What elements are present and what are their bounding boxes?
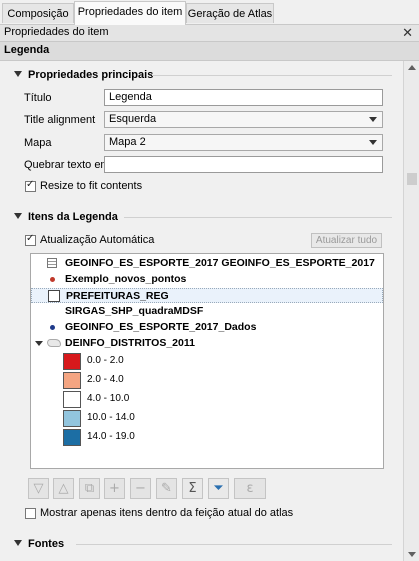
color-swatch bbox=[63, 391, 81, 408]
tree-item-label: SIRGAS_SHP_quadraMDSF bbox=[65, 305, 204, 317]
class-label: 0.0 - 2.0 bbox=[87, 355, 124, 366]
class-label: 10.0 - 14.0 bbox=[87, 412, 135, 423]
title-input[interactable]: Legenda bbox=[104, 89, 383, 106]
map-select[interactable]: Mapa 2 bbox=[104, 134, 383, 151]
tab-propriedades-do-item[interactable]: Propriedades do item bbox=[74, 1, 186, 25]
tab-label: Geração de Atlas bbox=[187, 8, 273, 20]
fonts-header[interactable]: Fontes bbox=[14, 538, 64, 550]
class-label: 4.0 - 10.0 bbox=[87, 393, 130, 404]
tree-item-label: GEOINFO_ES_ESPORTE_2017 GEOINFO_ES_ESPOR… bbox=[65, 257, 375, 269]
auto-update-label: Atualização Automática bbox=[40, 234, 155, 246]
add-item-icon[interactable]: + bbox=[104, 478, 125, 499]
auto-update-checkbox[interactable] bbox=[25, 233, 36, 246]
divider bbox=[152, 75, 392, 76]
color-swatch bbox=[63, 429, 81, 446]
move-down-icon[interactable]: ▽ bbox=[28, 478, 49, 499]
divider bbox=[76, 544, 392, 545]
polygon-icon bbox=[48, 290, 60, 302]
close-icon[interactable]: ✕ bbox=[402, 25, 413, 41]
tree-item-group[interactable]: DEINFO_DISTRITOS_2011 bbox=[31, 336, 383, 351]
point-icon bbox=[50, 277, 55, 282]
wrap-text-label: Quebrar texto em bbox=[24, 159, 110, 171]
tree-item-selected[interactable]: PREFEITURAS_REG bbox=[31, 288, 383, 303]
main-properties-header[interactable]: Propriedades principais bbox=[14, 69, 153, 81]
color-swatch bbox=[63, 372, 81, 389]
scroll-up-icon[interactable] bbox=[408, 65, 416, 70]
collapse-icon bbox=[14, 71, 22, 77]
only-inside-checkbox[interactable] bbox=[25, 508, 36, 519]
legend-tree[interactable]: GEOINFO_ES_ESPORTE_2017 GEOINFO_ES_ESPOR… bbox=[30, 253, 384, 469]
chevron-down-icon bbox=[369, 117, 377, 122]
filter-icon[interactable]: ⏷ bbox=[208, 478, 229, 499]
point-icon bbox=[50, 325, 55, 330]
update-all-button[interactable]: Atualizar tudo bbox=[311, 233, 382, 248]
expand-icon[interactable] bbox=[35, 341, 43, 346]
select-value: Esquerda bbox=[109, 113, 157, 125]
group-title: Fontes bbox=[28, 538, 65, 550]
tab-bar: Composição Propriedades do item Geração … bbox=[0, 0, 419, 25]
add-group-icon[interactable]: ⧉ bbox=[79, 478, 100, 499]
resize-label: Resize to fit contents bbox=[40, 180, 143, 192]
tree-item[interactable]: Exemplo_novos_pontos bbox=[31, 272, 383, 287]
group-title: Propriedades principais bbox=[28, 69, 154, 81]
scrollbar-thumb[interactable] bbox=[407, 173, 417, 185]
collapse-icon bbox=[14, 540, 22, 546]
tree-item-label: Exemplo_novos_pontos bbox=[65, 273, 187, 285]
tab-label: Propriedades do item bbox=[77, 6, 183, 18]
tab-geracao-de-atlas[interactable]: Geração de Atlas bbox=[186, 3, 274, 23]
count-icon[interactable]: Σ bbox=[182, 478, 203, 499]
scroll-down-icon[interactable] bbox=[408, 552, 416, 557]
vertical-scrollbar[interactable] bbox=[403, 61, 419, 561]
move-up-icon[interactable]: △ bbox=[53, 478, 74, 499]
panel-header: Propriedades do item ✕ bbox=[0, 25, 419, 42]
tree-item[interactable]: SIRGAS_SHP_quadraMDSF bbox=[31, 304, 383, 319]
panel-title: Propriedades do item bbox=[4, 26, 109, 38]
tree-item[interactable]: GEOINFO_ES_ESPORTE_2017 GEOINFO_ES_ESPOR… bbox=[31, 256, 383, 271]
map-label: Mapa bbox=[24, 137, 52, 149]
title-label: Título bbox=[24, 92, 52, 104]
class-label: 2.0 - 4.0 bbox=[87, 374, 124, 385]
color-swatch bbox=[63, 410, 81, 427]
only-inside-label: Mostrar apenas itens dentro da feição at… bbox=[40, 507, 294, 519]
edit-item-icon[interactable]: ✎ bbox=[156, 478, 177, 499]
resize-checkbox[interactable] bbox=[25, 179, 36, 192]
expression-filter-icon[interactable]: ε bbox=[234, 478, 266, 499]
class-label: 14.0 - 19.0 bbox=[87, 431, 135, 442]
title-alignment-label: Title alignment bbox=[24, 114, 96, 126]
tab-composicao[interactable]: Composição bbox=[2, 3, 74, 23]
section-title: Legenda bbox=[4, 44, 50, 56]
group-title: Itens da Legenda bbox=[28, 211, 118, 223]
legend-items-header[interactable]: Itens da Legenda bbox=[14, 211, 118, 223]
tree-item-label: GEOINFO_ES_ESPORTE_2017_Dados bbox=[65, 321, 257, 333]
section-header: Legenda bbox=[0, 42, 419, 61]
wrap-text-input[interactable] bbox=[104, 156, 383, 173]
select-value: Mapa 2 bbox=[109, 136, 146, 148]
remove-item-icon[interactable]: − bbox=[130, 478, 151, 499]
tree-item-label: PREFEITURAS_REG bbox=[66, 290, 169, 302]
table-icon bbox=[47, 258, 57, 268]
tree-item[interactable]: GEOINFO_ES_ESPORTE_2017_Dados bbox=[31, 320, 383, 335]
tab-label: Composição bbox=[7, 8, 69, 20]
chevron-down-icon bbox=[369, 140, 377, 145]
collapse-icon bbox=[14, 213, 22, 219]
divider bbox=[124, 217, 392, 218]
polygon-group-icon bbox=[47, 339, 61, 347]
tree-item-label: DEINFO_DISTRITOS_2011 bbox=[65, 337, 195, 349]
color-swatch bbox=[63, 353, 81, 370]
title-alignment-select[interactable]: Esquerda bbox=[104, 111, 383, 128]
